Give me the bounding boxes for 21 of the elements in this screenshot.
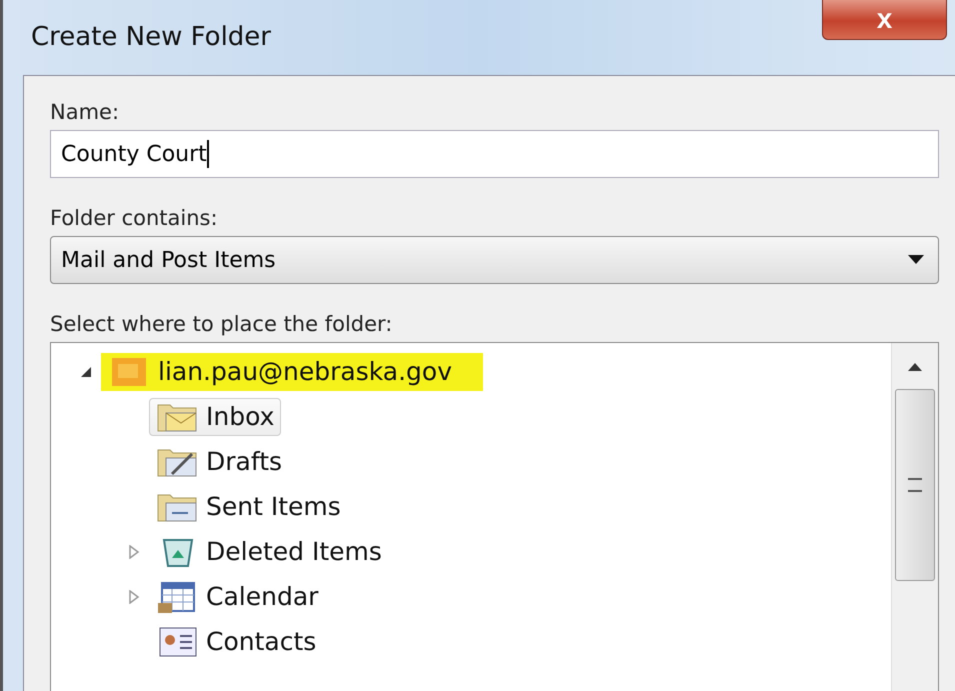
tree-item[interactable]: lian.pau@nebraska.gov bbox=[101, 352, 484, 390]
scrollbar[interactable] bbox=[891, 343, 938, 691]
dropdown-arrow-icon bbox=[908, 255, 924, 265]
expand-triangle-icon[interactable] bbox=[127, 590, 141, 604]
folder-type-dropdown[interactable]: Mail and Post Items bbox=[50, 236, 939, 284]
scroll-thumb[interactable] bbox=[895, 389, 935, 581]
name-field[interactable]: County Court bbox=[50, 130, 939, 178]
tree-item[interactable]: Inbox bbox=[149, 398, 282, 436]
location-label: Select where to place the folder: bbox=[50, 312, 394, 336]
tree-item[interactable]: Deleted Items bbox=[149, 532, 389, 570]
tree-item[interactable]: Drafts bbox=[149, 442, 290, 480]
tree-item[interactable]: Sent Items bbox=[149, 488, 348, 526]
close-button[interactable]: x bbox=[822, 0, 947, 40]
tree-item[interactable]: Calendar bbox=[149, 578, 326, 616]
collapse-triangle-icon[interactable] bbox=[79, 364, 93, 378]
scroll-up-icon[interactable] bbox=[908, 363, 922, 371]
tree-item[interactable]: Contacts bbox=[149, 622, 324, 660]
name-label: Name: bbox=[50, 100, 120, 124]
expand-triangle-icon[interactable] bbox=[127, 544, 141, 558]
window-title: Create New Folder bbox=[31, 22, 271, 52]
folder-contains-label: Folder contains: bbox=[50, 206, 219, 230]
